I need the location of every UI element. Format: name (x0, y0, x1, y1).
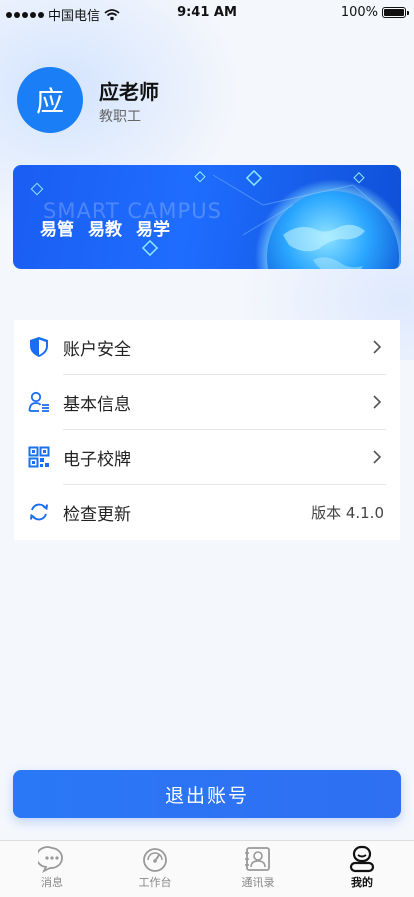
settings-menu: 账户安全 基本信息 电子校牌 检查更新 版本 4.1.0 (14, 320, 400, 540)
battery-icon (382, 7, 409, 18)
profile-icon (349, 845, 375, 873)
refresh-icon (30, 503, 48, 521)
menu-item-label: 账户安全 (63, 340, 131, 360)
qr-code-icon (28, 446, 50, 468)
avatar[interactable]: 应 (17, 67, 83, 133)
contacts-icon (245, 847, 270, 871)
tab-mine[interactable]: 我的 (322, 845, 402, 890)
user-name: 应老师 (99, 80, 159, 104)
menu-item-label: 检查更新 (63, 505, 131, 525)
tab-bar: 消息 工作台 通讯录 我的 (0, 840, 414, 897)
user-role: 教职工 (99, 109, 141, 125)
slogan-learn: 易学 (136, 220, 170, 240)
battery-info: 100% (340, 5, 409, 20)
tab-workbench[interactable]: 工作台 (115, 845, 195, 890)
menu-item-e-badge[interactable]: 电子校牌 (14, 430, 400, 485)
tab-label: 通讯录 (241, 876, 275, 889)
smart-campus-banner[interactable]: SMART CAMPUS 易管 易教 易学 (13, 165, 401, 269)
chevron-right-icon (373, 340, 382, 354)
tab-messages[interactable]: 消息 (12, 845, 92, 890)
logout-button[interactable]: 退出账号 (13, 770, 401, 818)
menu-item-label: 基本信息 (63, 395, 131, 415)
shield-icon (30, 337, 48, 357)
menu-item-check-update[interactable]: 检查更新 版本 4.1.0 (14, 485, 400, 540)
tab-contacts[interactable]: 通讯录 (218, 845, 298, 890)
user-info-icon (28, 391, 49, 412)
slogan-teach: 易教 (88, 220, 122, 240)
status-bar: 中国电信 9:41 AM 100% (0, 0, 414, 26)
battery-percent: 100% (340, 5, 378, 20)
dashboard-icon (143, 848, 167, 872)
tab-label: 我的 (351, 876, 373, 889)
chevron-right-icon (373, 450, 382, 464)
slogan-manage: 易管 (40, 220, 74, 240)
menu-item-account-security[interactable]: 账户安全 (14, 320, 400, 375)
menu-item-label: 电子校牌 (63, 450, 131, 470)
tab-label: 工作台 (138, 876, 172, 889)
menu-item-basic-info[interactable]: 基本信息 (14, 375, 400, 430)
banner-slogans: 易管 易教 易学 (40, 215, 170, 240)
message-icon (38, 846, 63, 873)
version-number: 版本 4.1.0 (311, 504, 384, 522)
tab-label: 消息 (41, 876, 63, 889)
chevron-right-icon (373, 395, 382, 409)
